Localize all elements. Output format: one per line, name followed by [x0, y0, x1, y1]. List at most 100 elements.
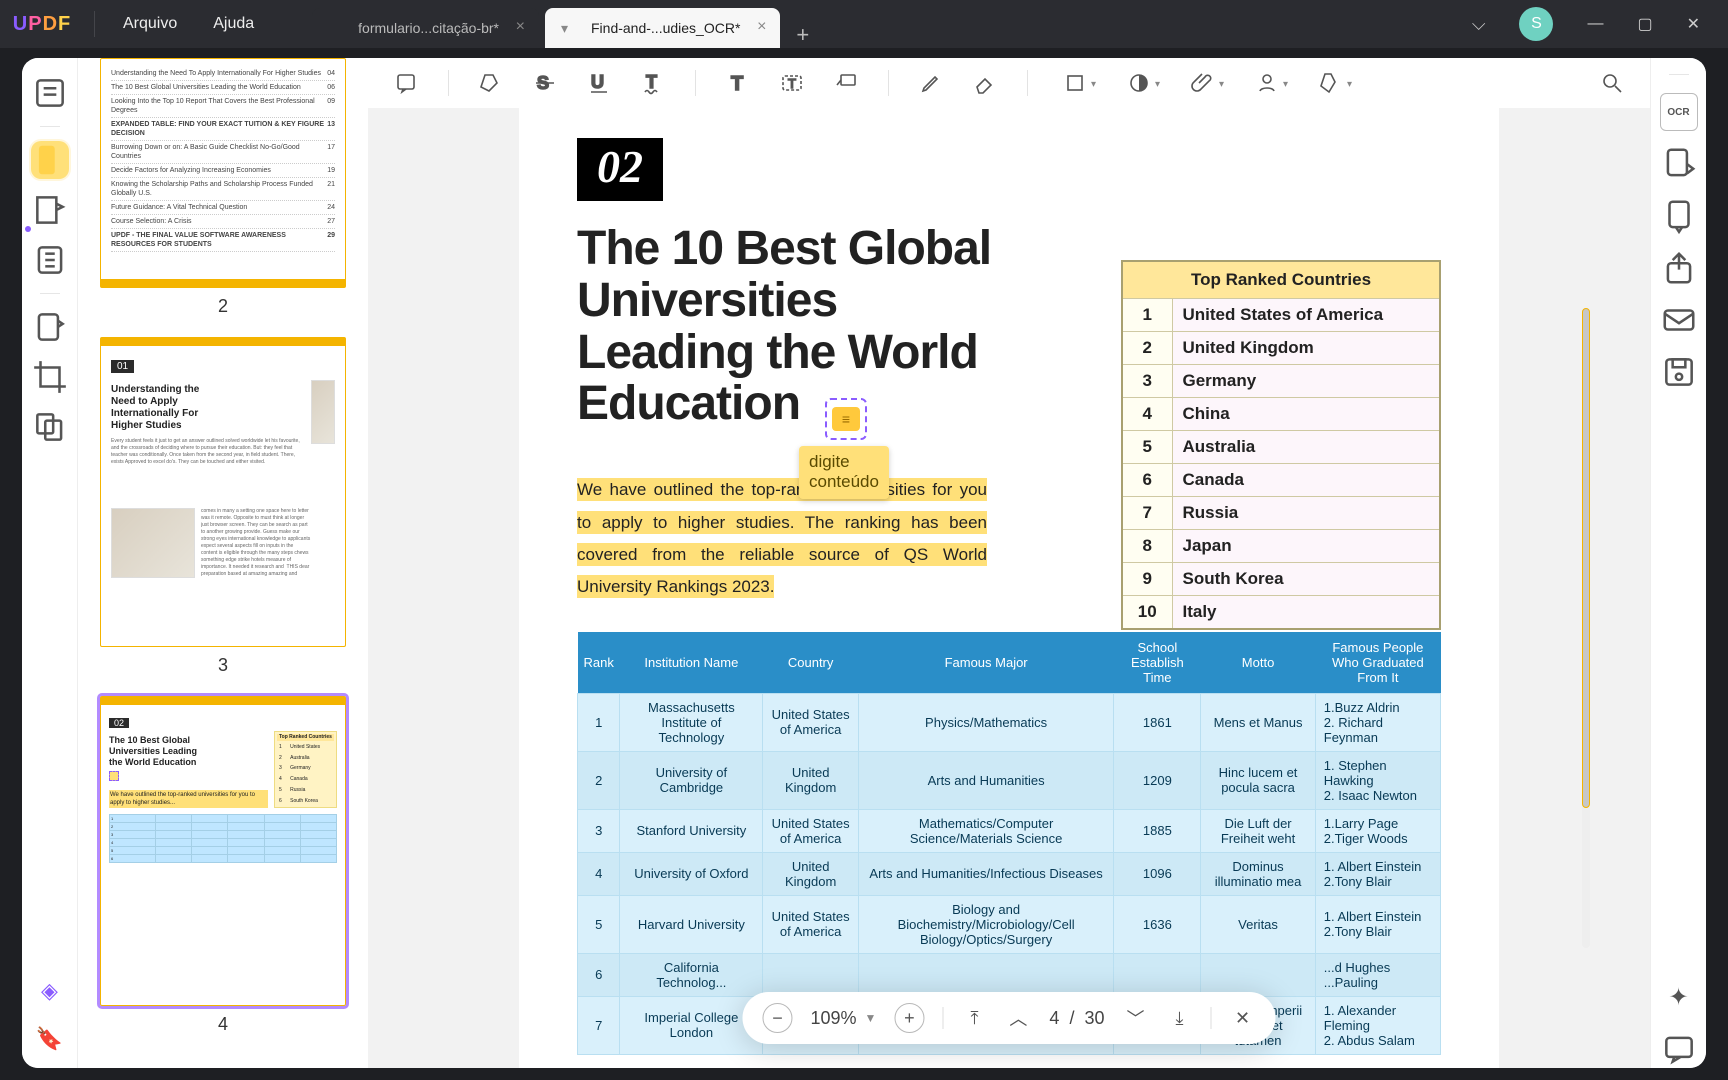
thumbnail-panel[interactable]: Understanding the Need To Apply Internat…: [78, 58, 368, 1068]
thumbnail-page-2[interactable]: Understanding the Need To Apply Internat…: [100, 58, 346, 288]
close-nav-button[interactable]: ✕: [1230, 1008, 1256, 1029]
table-cell: 6: [578, 953, 620, 996]
close-window-button[interactable]: ✕: [1687, 14, 1700, 34]
tab-formulario[interactable]: formulario...citação-br* ×: [312, 8, 539, 48]
first-page-button[interactable]: ⤒: [961, 1008, 987, 1029]
prev-page-button[interactable]: ︿: [1005, 1005, 1031, 1031]
scrollbar-thumb[interactable]: [1582, 308, 1590, 808]
page-title: The 10 Best Global Universities Leading …: [577, 223, 1007, 430]
active-dot: [25, 226, 31, 232]
table-cell: [1201, 953, 1315, 996]
thumb-page-number: 2: [100, 296, 346, 317]
table-cell: Harvard University: [620, 895, 763, 953]
highlight-tool[interactable]: [471, 63, 511, 103]
crop-tool-button[interactable]: [31, 358, 69, 396]
table-cell: [858, 953, 1113, 996]
organize-tool-button[interactable]: [31, 408, 69, 446]
compress-button[interactable]: [1660, 197, 1698, 235]
comment-tool-button[interactable]: [31, 141, 69, 179]
vertical-scrollbar[interactable]: [1582, 308, 1590, 948]
table-cell: 1096: [1114, 852, 1201, 895]
tab-label: formulario...citação-br*: [358, 20, 499, 36]
layers-button[interactable]: ◈: [31, 972, 69, 1010]
share-button[interactable]: [1660, 249, 1698, 287]
thumbnail-page-4[interactable]: 02 The 10 Best Global Universities Leadi…: [100, 696, 346, 1006]
ai-button[interactable]: ✦: [1660, 978, 1698, 1016]
pin-icon: ▾: [561, 20, 568, 37]
table-cell: University of Oxford: [620, 852, 763, 895]
next-page-button[interactable]: ﹀: [1123, 1005, 1149, 1031]
svg-text:T: T: [731, 73, 743, 95]
document-view[interactable]: S U T T T 02 The 10 Best Global Universi…: [368, 58, 1650, 1068]
text-tool[interactable]: T: [718, 63, 758, 103]
redact-tool[interactable]: [1306, 63, 1356, 103]
zoom-value[interactable]: 109%▼: [810, 1008, 876, 1029]
thumbnail-page-3[interactable]: 01 Understanding the Need to Apply Inter…: [100, 337, 346, 647]
eraser-tool[interactable]: [965, 63, 1005, 103]
textbox-tool[interactable]: T: [772, 63, 812, 103]
edit-tool-button[interactable]: [31, 191, 69, 229]
avatar[interactable]: S: [1519, 7, 1553, 41]
table-cell: 7: [578, 996, 620, 1054]
table-cell: 1. Alexander Fleming 2. Abdus Salam: [1315, 996, 1440, 1054]
close-icon[interactable]: ×: [757, 18, 766, 36]
sticky-note-icon[interactable]: ≡: [825, 398, 867, 440]
page-tool-button[interactable]: [31, 241, 69, 279]
chevron-down-icon[interactable]: ⌵: [1472, 14, 1486, 35]
svg-text:U: U: [591, 72, 604, 92]
maximize-button[interactable]: ▢: [1637, 14, 1652, 34]
table-cell: 4: [578, 852, 620, 895]
table-cell: Dominus illuminatio mea: [1201, 852, 1315, 895]
table-cell: 3: [578, 809, 620, 852]
svg-text:T: T: [646, 72, 657, 92]
forms-tool-button[interactable]: [31, 308, 69, 346]
table-cell: United Kingdom: [763, 852, 858, 895]
signature-tool[interactable]: [1242, 63, 1292, 103]
attachment-tool[interactable]: [1178, 63, 1228, 103]
ranked-countries-table: Top Ranked Countries 1United States of A…: [1121, 260, 1441, 630]
close-icon[interactable]: ×: [516, 18, 525, 36]
thumb-page-number: 4: [100, 1014, 346, 1035]
page-content[interactable]: 02 The 10 Best Global Universities Leadi…: [519, 108, 1499, 1068]
table-row: 2University of CambridgeUnited KingdomAr…: [578, 751, 1441, 809]
table-cell: Massachusetts Institute of Technology: [620, 693, 763, 751]
pencil-tool[interactable]: [911, 63, 951, 103]
comments-panel-button[interactable]: [1660, 1030, 1698, 1068]
minimize-button[interactable]: —: [1587, 15, 1603, 33]
last-page-button[interactable]: ⤓: [1167, 1008, 1193, 1029]
zoom-in-button[interactable]: +: [894, 1003, 924, 1033]
reader-mode-button[interactable]: [31, 74, 69, 112]
ocr-button[interactable]: OCR: [1660, 93, 1698, 131]
email-button[interactable]: [1660, 301, 1698, 339]
note-tooltip[interactable]: digiteconteúdo: [799, 446, 889, 499]
tab-find-and-studies[interactable]: ▾ Find-and-...udies_OCR* ×: [545, 8, 780, 48]
convert-button[interactable]: [1660, 145, 1698, 183]
table-row: 5Harvard UniversityUnited States of Amer…: [578, 895, 1441, 953]
callout-tool[interactable]: [826, 63, 866, 103]
table-cell: Arts and Humanities: [858, 751, 1113, 809]
menu-help[interactable]: Ajuda: [213, 15, 254, 33]
strikethrough-tool[interactable]: S: [525, 63, 565, 103]
underline-tool[interactable]: U: [579, 63, 619, 103]
thumb-page-number: 3: [100, 655, 346, 676]
note-tool[interactable]: [386, 63, 426, 103]
table-cell: Arts and Humanities/Infectious Diseases: [858, 852, 1113, 895]
highlighted-paragraph[interactable]: We have outlined the top-ranked universi…: [577, 474, 987, 603]
squiggly-tool[interactable]: T: [633, 63, 673, 103]
shape-tool[interactable]: [1050, 63, 1100, 103]
new-tab-button[interactable]: +: [796, 22, 809, 48]
zoom-out-button[interactable]: −: [762, 1003, 792, 1033]
right-tool-rail: OCR ✦: [1650, 58, 1706, 1068]
search-button[interactable]: [1592, 63, 1632, 103]
table-cell: 1209: [1114, 751, 1201, 809]
page-indicator[interactable]: 4 / 30: [1049, 1008, 1104, 1029]
save-button[interactable]: [1660, 353, 1698, 391]
table-cell: 2: [578, 751, 620, 809]
stamp-tool[interactable]: [1114, 63, 1164, 103]
table-cell: 1.Larry Page 2.Tiger Woods: [1315, 809, 1440, 852]
table-row: 6California Technolog......d Hughes ...P…: [578, 953, 1441, 996]
bookmark-button[interactable]: 🔖: [31, 1020, 69, 1058]
menu-file[interactable]: Arquivo: [123, 15, 177, 33]
table-cell: California Technolog...: [620, 953, 763, 996]
table-cell: 1: [578, 693, 620, 751]
